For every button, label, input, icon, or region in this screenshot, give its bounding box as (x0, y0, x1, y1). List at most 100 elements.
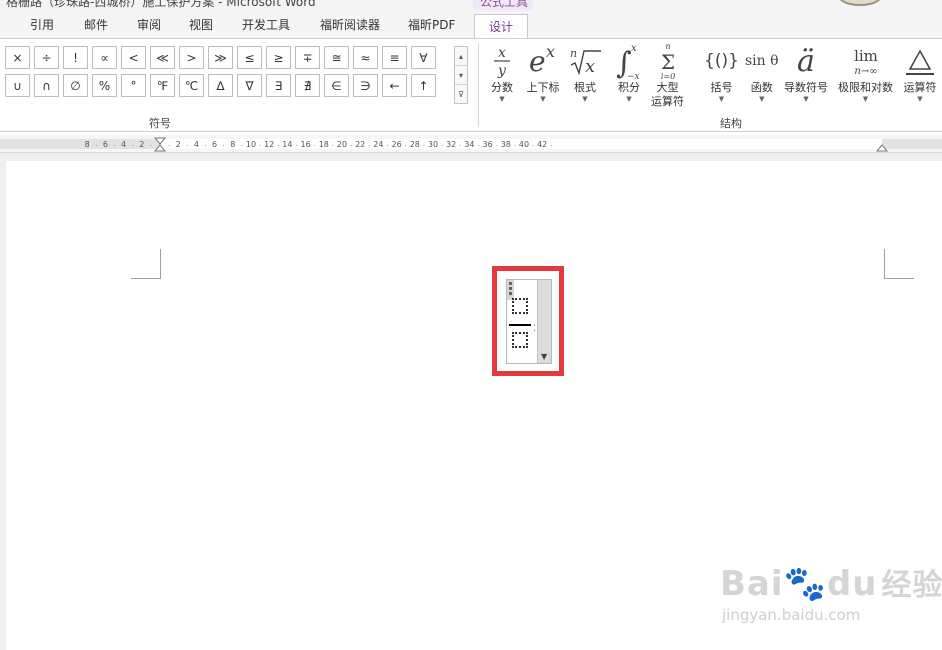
symbol-for-all[interactable]: ∀ (411, 46, 436, 69)
chevron-down-icon: ▼ (803, 95, 809, 103)
svg-text:x: x (585, 56, 595, 77)
svg-text:i=0: i=0 (660, 72, 674, 81)
structure-large-operator-button[interactable]: n Σi=0 大型 运算符 (651, 41, 684, 109)
svg-text:y: y (497, 63, 507, 79)
symbol-exists[interactable]: ∃ (266, 74, 291, 97)
large-operator-label-2: 运算符 (651, 95, 684, 108)
ruler-label: 40 (519, 140, 529, 149)
structure-script-button[interactable]: ex 上下标 ▼ (525, 41, 561, 104)
ruler-label: 32 (446, 140, 456, 149)
chevron-down-icon: ▼ (540, 95, 546, 103)
symbol-nabla[interactable]: ∇ (237, 74, 262, 97)
tab-review[interactable]: 审阅 (137, 16, 161, 33)
structure-fraction-button[interactable]: xy 分数 ▼ (489, 41, 515, 104)
equation-object[interactable]: ⁚ ▼ (506, 279, 552, 364)
ruler-label: 24 (373, 140, 383, 149)
symbols-gallery: × ÷ ! ∝ < ≪ > ≫ ≤ ≥ ∓ ≅ ≈ ≡ ∀ ∪ ∩ ∅ % ° … (5, 46, 453, 102)
chevron-down-icon: ▼ (718, 95, 725, 103)
denominator-placeholder[interactable] (512, 332, 528, 348)
document-page[interactable] (6, 161, 942, 650)
symbol-element-of[interactable]: ∈ (324, 74, 349, 97)
svg-text:x: x (546, 43, 555, 61)
ruler-label: 6 (103, 140, 108, 149)
symbol-greater-than[interactable]: > (179, 46, 204, 69)
symbol-percent[interactable]: % (92, 74, 117, 97)
symbol-empty-set[interactable]: ∅ (63, 74, 88, 97)
ruler-label: 20 (337, 140, 347, 149)
symbol-celsius[interactable]: ℃ (179, 74, 204, 97)
symbol-proportional[interactable]: ∝ (92, 46, 117, 69)
symbols-gallery-scroll: ▴ ▾ ⊽ (454, 46, 468, 104)
ruler-label: 38 (501, 140, 511, 149)
symbol-much-greater[interactable]: ≫ (208, 46, 233, 69)
horizontal-ruler[interactable]: 8 6 4 2 2 4 6 8 10 12 14 16 18 20 22 24 26 28 30 32 34 36 38 40… (0, 135, 942, 153)
gallery-more-icon[interactable]: ⊽ (455, 85, 467, 104)
structure-integral-button[interactable]: ∫ x −x 积分 ▼ (614, 41, 644, 104)
gallery-scroll-up-icon[interactable]: ▴ (455, 47, 467, 66)
symbol-fahrenheit[interactable]: ℉ (150, 74, 175, 97)
symbol-identical[interactable]: ≡ (382, 46, 407, 69)
equation-highlight-frame: ⁚ ▼ (492, 266, 564, 376)
structures-group-label: 结构 (720, 117, 742, 130)
fraction-icon: xy (489, 41, 515, 81)
symbol-less-equal[interactable]: ≤ (237, 46, 262, 69)
symbol-times[interactable]: × (5, 46, 30, 69)
ruler-label: 28 (410, 140, 420, 149)
symbol-approx[interactable]: ≈ (353, 46, 378, 69)
structure-bracket-button[interactable]: {()} 括号 ▼ (704, 41, 739, 104)
symbols-row-2: ∪ ∩ ∅ % ° ℉ ℃ ∆ ∇ ∃ ∄ ∈ ∋ ← ↑ (5, 74, 453, 97)
symbol-much-less[interactable]: ≪ (150, 46, 175, 69)
symbol-minus-plus[interactable]: ∓ (295, 46, 320, 69)
symbol-less-than[interactable]: < (121, 46, 146, 69)
equation-options-button[interactable]: ▼ (537, 280, 551, 363)
ruler-label: 4 (194, 140, 199, 149)
symbol-increment[interactable]: ∆ (208, 74, 233, 97)
symbol-factorial[interactable]: ! (63, 46, 88, 69)
tab-developer[interactable]: 开发工具 (242, 16, 290, 33)
script-icon: ex (525, 41, 561, 81)
tab-references[interactable]: 引用 (30, 16, 54, 33)
tab-mailings[interactable]: 邮件 (84, 16, 108, 33)
equation-drag-handle[interactable] (507, 280, 514, 300)
symbol-greater-equal[interactable]: ≥ (266, 46, 291, 69)
gallery-scroll-down-icon[interactable]: ▾ (455, 66, 467, 85)
numerator-placeholder[interactable] (512, 298, 528, 314)
ruler-label: 4 (121, 140, 126, 149)
ruler-label: 12 (264, 140, 274, 149)
structure-radical-button[interactable]: nx 根式 ▼ (568, 41, 602, 104)
structure-operator-button[interactable]: 运算符 ▼ (903, 41, 937, 104)
symbol-contains[interactable]: ∋ (353, 74, 378, 97)
accent-label: 导数符号 (784, 81, 828, 94)
ruler-ticks: 8 6 4 2 2 4 6 8 10 12 14 16 18 20 22 24 26 28 30 32 34 36 38 40… (0, 137, 942, 152)
radical-label: 根式 (574, 81, 596, 94)
symbols-row-1: × ÷ ! ∝ < ≪ > ≫ ≤ ≥ ∓ ≅ ≈ ≡ ∀ (5, 46, 453, 69)
ruler-label: 8 (85, 140, 90, 149)
ruler-label: 30 (428, 140, 438, 149)
symbol-divide[interactable]: ÷ (34, 46, 59, 69)
ruler-label: 2 (139, 140, 144, 149)
tab-foxit-pdf[interactable]: 福昕PDF (408, 16, 455, 33)
symbol-not-exists[interactable]: ∄ (295, 74, 320, 97)
svg-text:x: x (498, 45, 506, 61)
symbol-congruent[interactable]: ≅ (324, 46, 349, 69)
svg-text:lim: lim (854, 47, 878, 65)
symbol-up-arrow[interactable]: ↑ (411, 74, 436, 97)
structure-limit-log-button[interactable]: lim n→∞ 极限和对数 ▼ (838, 41, 893, 104)
ruler-label: 2 (176, 140, 181, 149)
symbol-intersection[interactable]: ∩ (34, 74, 59, 97)
symbol-degree[interactable]: ° (121, 74, 146, 97)
limit-icon: lim n→∞ (846, 41, 886, 81)
tab-design[interactable]: 设计 (474, 14, 529, 39)
ruler-label: 42 (537, 140, 547, 149)
window-title: 格栅路（珍珠路-西城桥）施工保护方案 - Microsoft Word (6, 0, 316, 9)
tab-foxit-reader[interactable]: 福昕阅读器 (320, 16, 380, 33)
structure-function-button[interactable]: sin θ 函数 ▼ (745, 41, 779, 104)
contextual-tab-label: 公式工具 (480, 0, 529, 9)
sum-icon: n Σi=0 (656, 41, 680, 81)
chevron-down-icon: ▼ (862, 95, 869, 103)
text-cursor-icon: ⁚ (533, 324, 536, 334)
structure-accent-button[interactable]: ä 导数符号 ▼ (784, 41, 828, 104)
symbol-left-arrow[interactable]: ← (382, 74, 407, 97)
symbol-union[interactable]: ∪ (5, 74, 30, 97)
tab-view[interactable]: 视图 (189, 16, 213, 33)
